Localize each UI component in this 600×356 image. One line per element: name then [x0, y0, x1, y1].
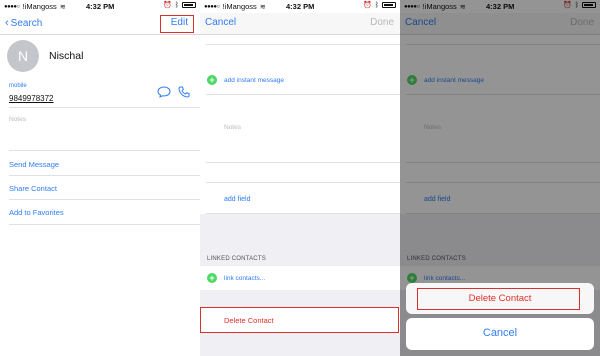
action-sheet-cancel: Cancel [406, 318, 594, 350]
contact-view-panel: ●●●●○ !iMangoss ≋ 4:32 PM ⏰ ᛒ ‹ Search Ed… [0, 0, 200, 356]
section-gap [200, 290, 400, 308]
delete-confirm-panel: ●●●●○ !iMangoss ≋ 4:32 PM ⏰ ᛒ Cancel Done… [400, 0, 600, 356]
plus-icon[interactable]: + [207, 273, 217, 283]
mobile-label: mobile [9, 83, 27, 89]
nav-bar: Cancel Done [200, 13, 400, 35]
edit-contact-panel: ●●●●○ !iMangoss ≋ 4:32 PM ⏰ ᛒ Cancel Done… [200, 0, 400, 356]
signal-dots: ●●●●○ [4, 3, 20, 10]
back-label: Search [10, 17, 43, 29]
status-time: 4:32 PM [286, 2, 315, 11]
mobile-number[interactable]: 9849978372 [9, 94, 54, 103]
bottom-gap [200, 333, 400, 356]
divider [206, 162, 400, 163]
message-icon[interactable] [157, 86, 171, 98]
battery-icon [182, 2, 196, 8]
share-contact-button[interactable]: Share Contact [9, 184, 57, 193]
add-field-button[interactable]: add field [224, 196, 250, 203]
signal-dots: ●●●●○ [204, 3, 220, 10]
sheet-cancel-button[interactable]: Cancel [406, 327, 594, 339]
divider [9, 107, 200, 108]
contact-name: Nischal [49, 50, 84, 62]
divider [9, 175, 200, 176]
done-button[interactable]: Done [370, 17, 394, 28]
divider [9, 224, 200, 225]
send-message-button[interactable]: Send Message [9, 160, 59, 169]
status-time: 4:32 PM [86, 2, 115, 11]
back-button[interactable]: ‹ Search [5, 17, 42, 29]
carrier-label: !iMangoss [222, 2, 257, 11]
alarm-icon: ⏰ [363, 2, 372, 9]
wifi-icon: ≋ [59, 3, 66, 11]
chevron-left-icon: ‹ [5, 17, 9, 29]
edit-highlight-box [160, 15, 194, 33]
add-instant-message-button[interactable]: add instant message [224, 77, 284, 84]
bluetooth-icon: ᛒ [374, 1, 379, 9]
link-contacts-button[interactable]: link contacts... [224, 275, 265, 282]
battery-icon [382, 2, 396, 8]
divider [9, 199, 200, 200]
plus-icon[interactable]: + [207, 75, 217, 85]
cancel-button[interactable]: Cancel [205, 17, 236, 28]
phone-icon[interactable] [178, 86, 190, 98]
notes-field[interactable]: Notes [224, 124, 241, 131]
alarm-icon: ⏰ [163, 2, 172, 9]
divider [206, 94, 400, 95]
avatar: N [7, 40, 39, 72]
delete-highlight-box [200, 307, 399, 333]
status-bar: ●●●●○ !iMangoss ≋ 4:32 PM ⏰ ᛒ [200, 0, 400, 13]
delete-highlight-box [417, 288, 580, 310]
bluetooth-icon: ᛒ [174, 1, 179, 9]
divider [9, 150, 200, 151]
notes-field[interactable]: Notes [9, 116, 26, 123]
divider [206, 182, 400, 183]
status-bar: ●●●●○ !iMangoss ≋ 4:32 PM ⏰ ᛒ [0, 0, 200, 13]
carrier-label: !iMangoss [22, 2, 57, 11]
wifi-icon: ≋ [259, 3, 266, 11]
divider [206, 44, 400, 45]
linked-contacts-title: LINKED CONTACTS [207, 256, 266, 262]
add-to-favorites-button[interactable]: Add to Favorites [9, 208, 64, 217]
